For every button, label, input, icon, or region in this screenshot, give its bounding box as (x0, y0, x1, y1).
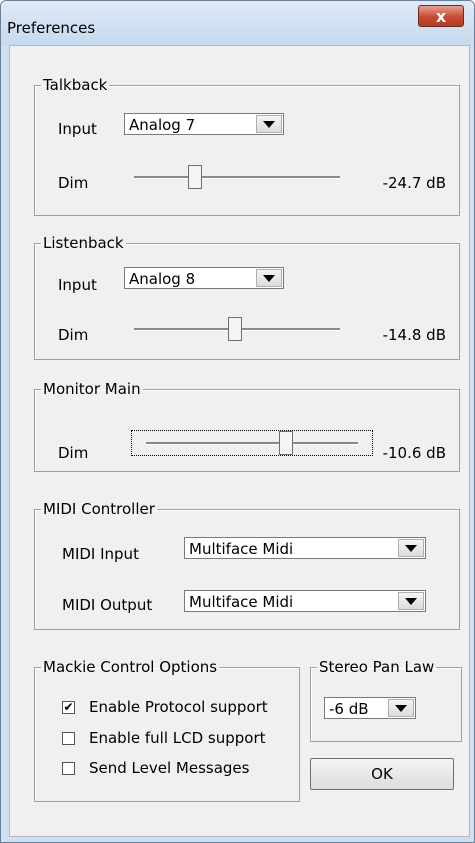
send-level-label: Send Level Messages (89, 759, 250, 777)
chevron-down-icon[interactable] (388, 699, 414, 717)
midi-input-select[interactable]: Multiface Midi (184, 537, 426, 559)
talkback-group: Talkback (34, 76, 460, 216)
ok-button[interactable]: OK (310, 758, 454, 790)
mackie-options-legend: Mackie Control Options (43, 658, 218, 676)
slider-track (134, 176, 340, 179)
send-level-checkbox[interactable]: Send Level Messages (62, 757, 249, 779)
midi-output-label: MIDI Output (62, 596, 153, 614)
dialog-body: Talkback Input Analog 7 Dim -24.7 dB Lis… (9, 45, 470, 837)
listenback-input-label: Input (58, 276, 97, 294)
title-bar[interactable]: Preferences x (1, 1, 474, 45)
slider-thumb[interactable] (228, 317, 242, 341)
listenback-input-select[interactable]: Analog 8 (124, 267, 284, 289)
close-icon: x (435, 6, 447, 26)
slider-thumb[interactable] (279, 431, 293, 455)
talkback-dim-value: -24.7 dB (382, 174, 446, 192)
talkback-input-value: Analog 7 (129, 116, 196, 134)
midi-controller-legend: MIDI Controller (43, 500, 155, 518)
pan-law-select[interactable]: -6 dB (324, 697, 416, 719)
chevron-down-icon[interactable] (398, 539, 424, 557)
close-button[interactable]: x (418, 5, 464, 27)
enable-lcd-checkbox[interactable]: Enable full LCD support (62, 727, 266, 749)
talkback-input-label: Input (58, 120, 97, 138)
talkback-input-select[interactable]: Analog 7 (124, 113, 284, 135)
talkback-dim-label: Dim (58, 174, 89, 192)
monitor-main-dim-value: -10.6 dB (382, 444, 446, 462)
pan-law-value: -6 dB (329, 700, 369, 718)
midi-output-select[interactable]: Multiface Midi (184, 590, 426, 612)
listenback-dim-slider[interactable] (134, 317, 340, 341)
midi-input-value: Multiface Midi (189, 540, 294, 558)
monitor-main-legend: Monitor Main (43, 380, 141, 398)
chevron-down-icon[interactable] (256, 115, 282, 133)
listenback-dim-label: Dim (58, 326, 89, 344)
chevron-down-icon[interactable] (256, 269, 282, 287)
slider-thumb[interactable] (188, 165, 202, 189)
checkbox-box[interactable] (62, 761, 75, 775)
midi-input-label: MIDI Input (62, 545, 139, 563)
talkback-dim-slider[interactable] (134, 165, 340, 189)
monitor-main-dim-label: Dim (58, 444, 89, 462)
enable-protocol-checkbox[interactable]: ✔ Enable Protocol support (62, 696, 268, 718)
window-title: Preferences (7, 19, 96, 37)
slider-track (146, 442, 358, 445)
chevron-down-icon[interactable] (398, 592, 424, 610)
listenback-legend: Listenback (43, 234, 124, 252)
listenback-dim-value: -14.8 dB (382, 326, 446, 344)
monitor-main-dim-slider[interactable] (131, 430, 373, 456)
midi-output-value: Multiface Midi (189, 593, 294, 611)
preferences-window: Preferences x Talkback Input Analog 7 Di… (0, 0, 475, 843)
enable-lcd-label: Enable full LCD support (89, 729, 266, 747)
check-icon[interactable]: ✔ (62, 700, 75, 714)
listenback-input-value: Analog 8 (129, 270, 196, 288)
stereo-pan-law-legend: Stereo Pan Law (319, 658, 435, 676)
enable-protocol-label: Enable Protocol support (89, 698, 268, 716)
checkbox-box[interactable] (62, 731, 75, 745)
talkback-legend: Talkback (43, 76, 108, 94)
